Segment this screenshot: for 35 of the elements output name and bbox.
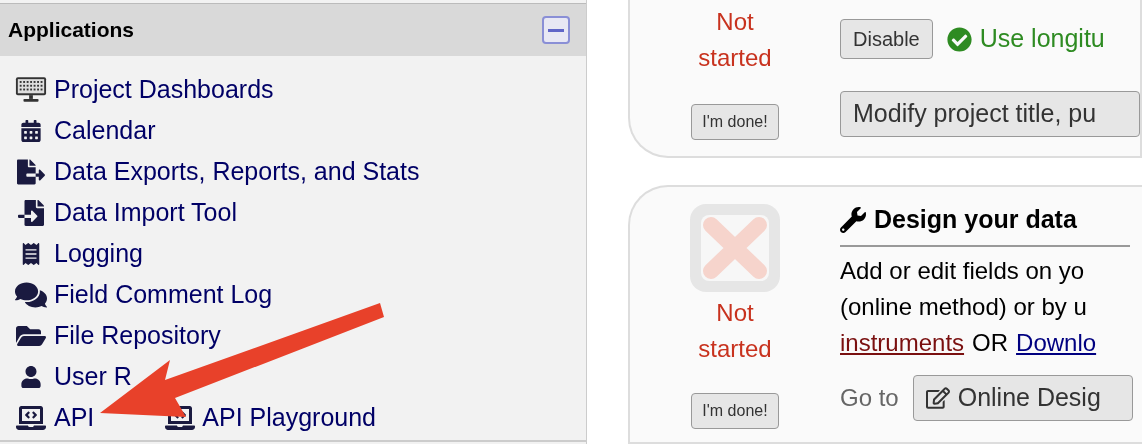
sidebar-link[interactable]: User R xyxy=(54,357,132,396)
status-note: Use longitu xyxy=(979,23,1105,55)
edit-icon xyxy=(925,385,950,410)
disable-button[interactable]: Disable xyxy=(840,19,933,59)
sidebar-link[interactable]: API Playground xyxy=(202,398,376,437)
user-icon xyxy=(20,365,42,388)
sidebar-link[interactable]: File Repository xyxy=(54,316,221,355)
or-text: OR xyxy=(972,327,1009,358)
panel-title: Applications xyxy=(8,17,134,44)
done-button[interactable]: I'm done! xyxy=(691,104,779,140)
file-import-icon xyxy=(18,199,44,226)
wrench-icon xyxy=(840,206,866,233)
status-text: Not started xyxy=(697,7,773,73)
description-text: Add or edit fields on yo (online method) or by u xyxy=(840,255,1088,322)
sidebar-link[interactable]: API xyxy=(54,398,95,437)
sidebar-link[interactable]: Calendar xyxy=(54,111,156,150)
section-title: Design your data xyxy=(874,204,1077,235)
collapse-button[interactable] xyxy=(542,16,570,44)
online-designer-button[interactable]: Online Desig xyxy=(912,374,1133,421)
sidebar-link[interactable]: Field Comment Log xyxy=(54,275,273,314)
file-export-icon xyxy=(17,157,45,186)
status-text: Not started xyxy=(697,298,773,364)
goto-label: Go to xyxy=(840,382,899,413)
sidebar-link[interactable]: Logging xyxy=(54,234,143,273)
sidebar-link[interactable]: Project Dashboards xyxy=(54,70,274,109)
sidebar-link[interactable]: Data Exports, Reports, and Stats xyxy=(54,152,420,191)
instruments-link[interactable]: instruments xyxy=(840,324,965,361)
monitor-icon xyxy=(15,76,47,103)
cross-icon xyxy=(689,203,781,293)
done-button[interactable]: I'm done! xyxy=(691,393,779,429)
download-link[interactable]: Downlo xyxy=(1016,324,1097,361)
receipt-icon xyxy=(20,242,42,265)
calendar-icon xyxy=(20,119,42,142)
sidebar-link[interactable]: Data Import Tool xyxy=(54,193,237,232)
modify-button[interactable]: Modify project title, pu xyxy=(840,91,1140,137)
